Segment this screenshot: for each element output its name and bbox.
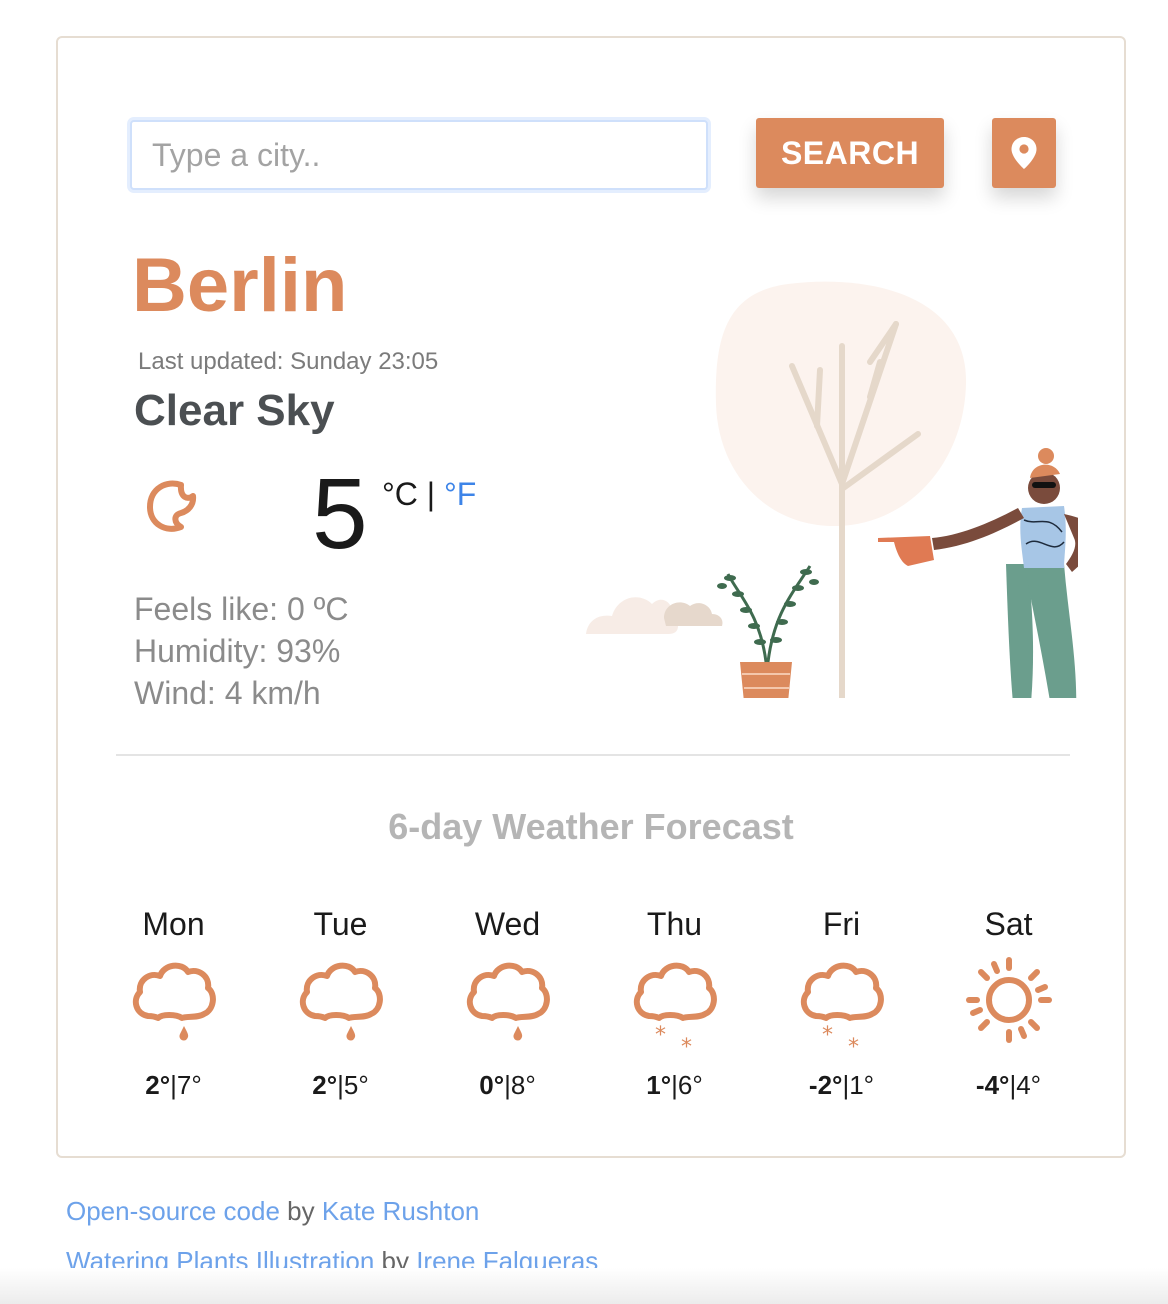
snow-cloud-icon: * * xyxy=(800,962,884,1052)
moon-icon xyxy=(147,480,197,532)
rain-cloud-icon xyxy=(299,962,383,1041)
forecast-day-name: Mon xyxy=(142,906,205,942)
forecast-day-name: Sat xyxy=(984,906,1033,942)
last-updated: Last updated: Sunday 23:05 xyxy=(138,348,439,375)
snow-cloud-icon: * * xyxy=(633,962,717,1052)
forecast-max: 5° xyxy=(343,1070,369,1100)
forecast-day: Fri * * -2°|1° xyxy=(758,904,925,1101)
forecast-row: Mon 2°|7° Tue 2°|5° Wed 0°|8° Thu * * 1°… xyxy=(90,904,1094,1101)
feels-like: Feels like: 0 ºC xyxy=(134,591,349,627)
forecast-temps: 2°|7° xyxy=(145,1070,202,1100)
svg-text:*: * xyxy=(681,1035,692,1052)
forecast-min: -2° xyxy=(808,1070,843,1100)
forecast-min: 2° xyxy=(145,1070,171,1100)
celsius-unit[interactable]: °C xyxy=(382,476,418,512)
code-author-link[interactable]: Kate Rushton xyxy=(322,1196,480,1226)
forecast-temps: -4°|4° xyxy=(975,1070,1042,1100)
weather-description: Clear Sky xyxy=(134,386,335,435)
svg-text:*: * xyxy=(655,1023,666,1048)
forecast-day-name: Tue xyxy=(313,906,368,942)
rain-cloud-icon xyxy=(132,962,216,1041)
weather-stats: Feels like: 0 ºC Humidity: 93% Wind: 4 k… xyxy=(134,588,348,714)
forecast-min: -4° xyxy=(975,1070,1010,1100)
credit-by-text: by xyxy=(279,1196,322,1226)
window-bottom-edge xyxy=(0,1268,1168,1304)
current-location-button[interactable] xyxy=(992,118,1056,188)
forecast-day: Tue 2°|5° xyxy=(257,904,424,1101)
forecast-max: 4° xyxy=(1016,1070,1042,1100)
forecast-temps: 2°|5° xyxy=(312,1070,369,1100)
unit-separator: | xyxy=(426,476,436,512)
open-source-code-link[interactable]: Open-source code xyxy=(66,1196,280,1226)
forecast-day-name: Wed xyxy=(474,906,541,942)
forecast-day: Mon 2°|7° xyxy=(90,904,257,1101)
forecast-min: 2° xyxy=(312,1070,338,1100)
code-credit: Open-source code by Kate Rushton xyxy=(66,1186,598,1236)
watering-plants-illustration xyxy=(586,281,1078,698)
forecast-max: 7° xyxy=(176,1070,202,1100)
sun-icon xyxy=(965,957,1052,1043)
forecast-day: Wed 0°|8° xyxy=(424,904,591,1101)
forecast-max: 8° xyxy=(510,1070,536,1100)
weather-card: SEARCH Berlin Last updated: Sunday 23:05… xyxy=(56,36,1126,1158)
map-pin-icon xyxy=(1011,137,1037,169)
forecast-temps: 0°|8° xyxy=(479,1070,536,1100)
humidity: Humidity: 93% xyxy=(134,633,341,669)
section-divider xyxy=(116,754,1070,756)
forecast-temps: 1°|6° xyxy=(646,1070,703,1100)
wind: Wind: 4 km/h xyxy=(134,675,321,711)
forecast-min: 1° xyxy=(646,1070,672,1100)
forecast-max: 6° xyxy=(677,1070,703,1100)
fahrenheit-link[interactable]: °F xyxy=(444,476,476,512)
forecast-day-name: Fri xyxy=(822,906,861,942)
forecast-title: 6-day Weather Forecast xyxy=(388,806,794,847)
forecast-day: Thu * * 1°|6° xyxy=(591,904,758,1101)
forecast-min: 0° xyxy=(479,1070,505,1100)
svg-text:*: * xyxy=(822,1023,833,1048)
search-button[interactable]: SEARCH xyxy=(756,118,944,188)
svg-text:*: * xyxy=(848,1035,859,1052)
forecast-temps: -2°|1° xyxy=(808,1070,875,1100)
city-search-input[interactable] xyxy=(130,120,708,190)
current-temperature: 5 xyxy=(312,458,368,570)
unit-switcher: °C | °F xyxy=(382,476,476,513)
city-name: Berlin xyxy=(132,243,348,328)
forecast-max: 1° xyxy=(849,1070,875,1100)
forecast-day: Sat -4°|4° xyxy=(925,904,1092,1101)
rain-cloud-icon xyxy=(466,962,550,1041)
forecast-day-name: Thu xyxy=(646,906,703,942)
